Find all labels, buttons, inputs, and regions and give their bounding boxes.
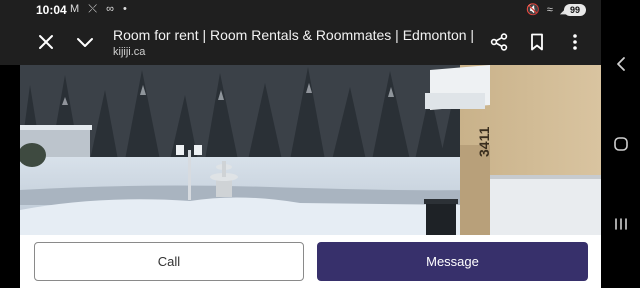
home-icon[interactable] — [609, 132, 633, 156]
page-title: Room for rent | Room Rentals & Roommates… — [113, 27, 473, 43]
contact-action-bar: Call Message — [20, 235, 601, 288]
close-icon[interactable] — [34, 30, 58, 54]
message-button[interactable]: Message — [317, 242, 588, 281]
notification-icons: M ⤬ ∞ • — [70, 3, 130, 15]
call-button[interactable]: Call — [34, 242, 304, 281]
more-vert-icon[interactable] — [563, 30, 587, 54]
status-bar: 10:04 M ⤬ ∞ • 🔇 ≈ ◢ 99 — [0, 0, 601, 20]
bookmark-icon[interactable] — [525, 30, 549, 54]
share-icon[interactable] — [487, 30, 511, 54]
house-number: 3411 — [476, 126, 492, 157]
back-icon[interactable] — [609, 52, 633, 76]
snowy-house-image: 3411 — [20, 65, 601, 235]
battery-indicator: 99 — [564, 4, 586, 16]
status-time: 10:04 — [36, 3, 67, 17]
listing-photo[interactable]: 3411 — [20, 65, 601, 235]
page-url: kijiji.ca — [113, 46, 146, 58]
recents-icon[interactable] — [609, 212, 633, 236]
chevron-down-icon[interactable] — [73, 30, 97, 54]
custom-tab-toolbar: Room for rent | Room Rentals & Roommates… — [0, 20, 601, 65]
system-navigation-bar — [601, 0, 640, 288]
